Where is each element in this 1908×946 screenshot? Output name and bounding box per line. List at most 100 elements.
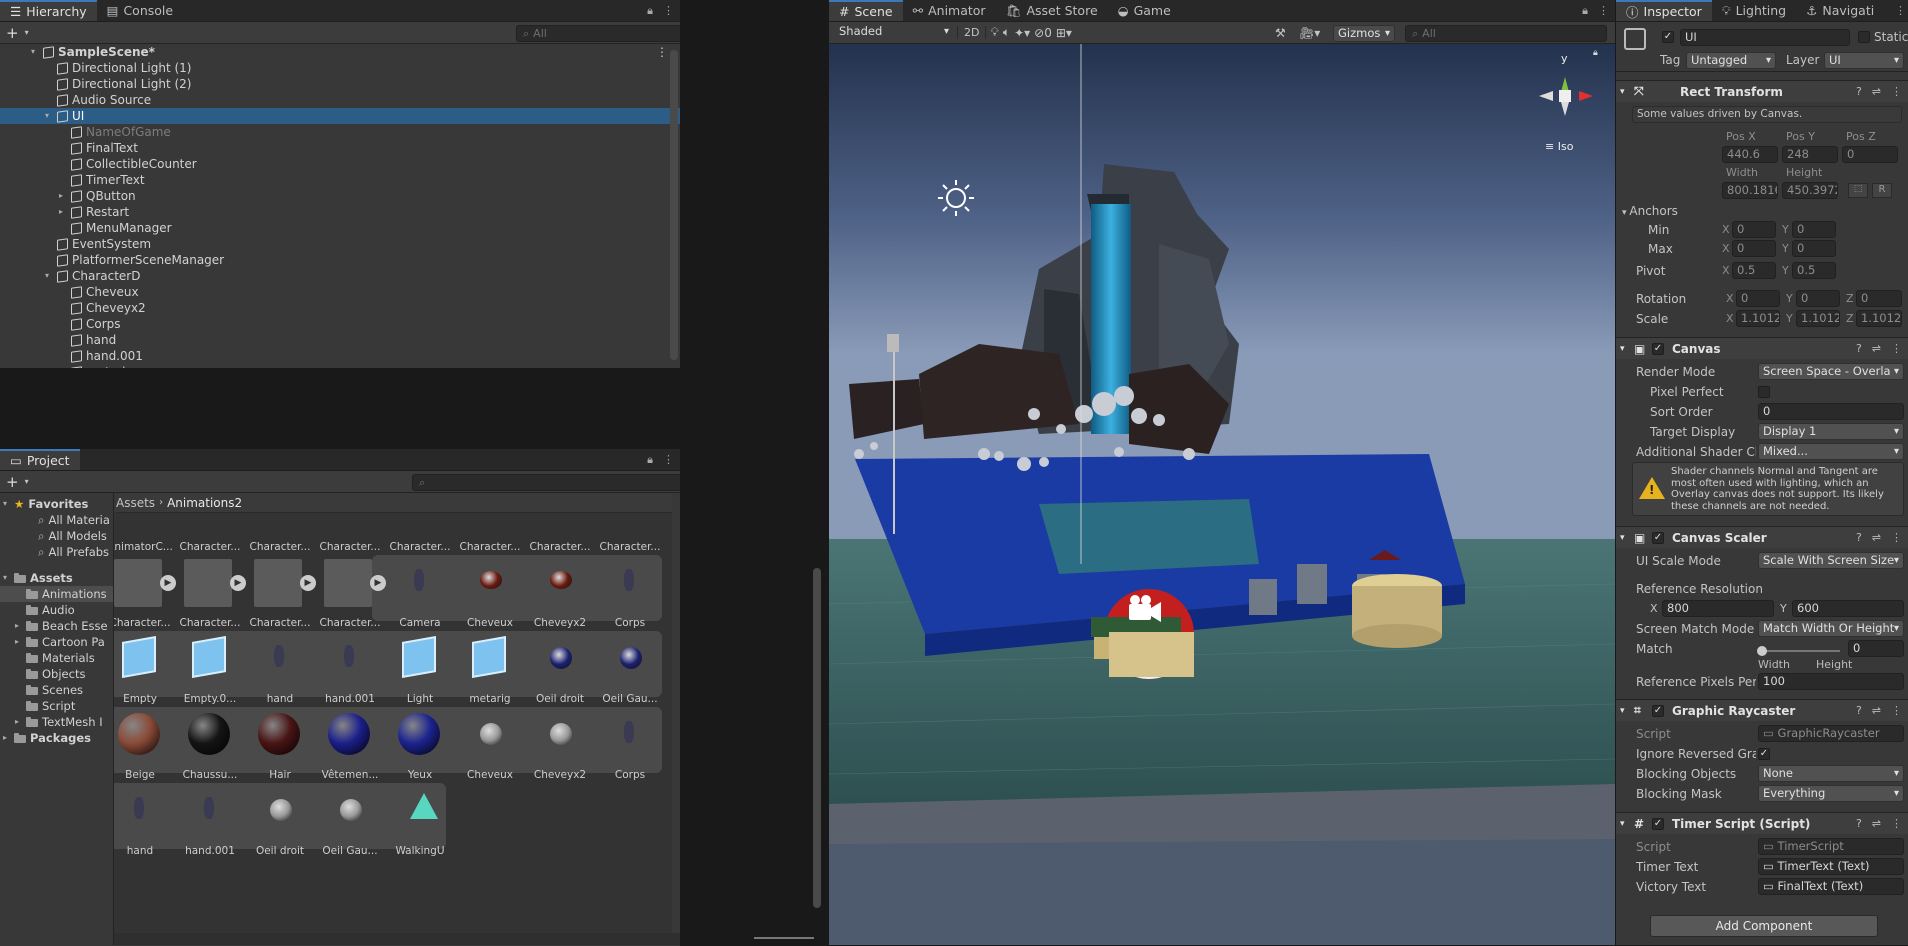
play-icon[interactable]: ▶ bbox=[230, 575, 246, 591]
rotation-y-field[interactable]: 0 bbox=[1796, 290, 1840, 307]
asset-item[interactable]: Camera bbox=[386, 559, 454, 629]
hierarchy-item[interactable]: FinalText bbox=[0, 140, 680, 156]
raw-edit-button[interactable]: R bbox=[1872, 183, 1892, 198]
asset-item[interactable]: Empty bbox=[114, 635, 174, 705]
preset-icon[interactable]: ⇌ bbox=[1872, 704, 1881, 717]
menu-dots-icon[interactable]: ⋮ bbox=[656, 44, 668, 60]
play-icon[interactable]: ▶ bbox=[370, 575, 386, 591]
assets-folder[interactable]: Animations bbox=[0, 586, 113, 602]
menu-dots-icon[interactable]: ⋮ bbox=[1891, 531, 1902, 544]
preset-icon[interactable]: ⇌ bbox=[1872, 342, 1881, 355]
zoom-slider[interactable] bbox=[754, 937, 814, 939]
camera-icon[interactable]: 🎥︎▾ bbox=[1299, 26, 1320, 40]
static-checkbox[interactable] bbox=[1858, 31, 1870, 43]
target-display-dropdown[interactable]: Display 1 bbox=[1758, 423, 1904, 440]
rotation-x-field[interactable]: 0 bbox=[1736, 290, 1780, 307]
tab-project[interactable]: ▭ Project bbox=[0, 449, 80, 470]
assets-folder[interactable]: Audio bbox=[0, 602, 113, 618]
timer-text-field[interactable]: ▭ TimerText (Text) bbox=[1758, 858, 1904, 875]
menu-dots-icon[interactable]: ⋮ bbox=[1891, 704, 1902, 717]
shader-channels-dropdown[interactable]: Mixed... bbox=[1758, 443, 1904, 460]
tag-dropdown[interactable]: Untagged bbox=[1686, 52, 1776, 69]
hierarchy-item[interactable]: ▸ metarig bbox=[0, 364, 680, 368]
breadcrumb-assets[interactable]: Assets bbox=[116, 496, 155, 510]
lock-gizmo-icon[interactable]: 🔒︎ bbox=[1593, 48, 1598, 58]
tab-scene[interactable]: # Scene bbox=[829, 0, 903, 21]
asset-item[interactable]: WalkingU bbox=[386, 787, 454, 857]
sort-order-field[interactable]: 0 bbox=[1758, 403, 1904, 420]
project-scrollbar[interactable] bbox=[813, 568, 821, 908]
scale-x-field[interactable]: 1.1012 bbox=[1736, 310, 1780, 327]
anchor-min-x-field[interactable]: 0 bbox=[1732, 221, 1776, 238]
timer-script-header[interactable]: ▾ # ✓ Timer Script (Script) ? ⇌ ⋮ bbox=[1616, 812, 1908, 834]
help-icon[interactable]: ? bbox=[1856, 85, 1862, 98]
asset-item[interactable]: Character... bbox=[246, 513, 314, 553]
assets-folder[interactable]: Objects bbox=[0, 666, 113, 682]
asset-item[interactable]: Oeil Gau... bbox=[596, 635, 664, 705]
hierarchy-item[interactable]: Cheveyx2 bbox=[0, 300, 680, 316]
asset-item[interactable]: Cheveux bbox=[456, 559, 524, 629]
preset-icon[interactable]: ⇌ bbox=[1872, 531, 1881, 544]
hierarchy-item[interactable]: ▸ QButton bbox=[0, 188, 680, 204]
lock-icon[interactable]: 🔒︎ bbox=[1582, 4, 1588, 18]
assets-folder[interactable]: ▸ Beach Esse bbox=[0, 618, 113, 634]
favorites-item[interactable]: ⌕ All Models bbox=[0, 528, 113, 544]
asset-item[interactable]: Character... bbox=[596, 513, 664, 553]
asset-item[interactable]: Corps bbox=[596, 711, 664, 781]
collapse-arrow-icon[interactable]: ▸ bbox=[56, 204, 66, 220]
assets-folder[interactable]: Materials bbox=[0, 650, 113, 666]
packages-section[interactable]: ▸ Packages bbox=[0, 730, 113, 746]
screen-match-mode-dropdown[interactable]: Match Width Or Height bbox=[1758, 620, 1904, 637]
asset-item[interactable]: ▶ Character... bbox=[316, 559, 386, 629]
collapse-arrow-icon[interactable]: ▸ bbox=[56, 188, 66, 204]
asset-item[interactable]: Hair bbox=[246, 711, 314, 781]
asset-item[interactable]: ▶ Character... bbox=[114, 559, 176, 629]
blueprint-button[interactable]: ⬚ bbox=[1848, 183, 1868, 198]
timer-script-enabled-checkbox[interactable]: ✓ bbox=[1652, 817, 1664, 830]
asset-item[interactable]: Vêtemen... bbox=[316, 711, 384, 781]
tab-animator[interactable]: ⚯ Animator bbox=[903, 0, 996, 21]
hierarchy-item[interactable]: EventSystem bbox=[0, 236, 680, 252]
tab-inspector[interactable]: ⓘ Inspector bbox=[1616, 0, 1712, 21]
hierarchy-item[interactable]: CollectibleCounter bbox=[0, 156, 680, 172]
hierarchy-scrollbar[interactable] bbox=[670, 50, 678, 360]
anchor-min-y-field[interactable]: 0 bbox=[1792, 221, 1836, 238]
scale-z-field[interactable]: 1.1012 bbox=[1856, 310, 1902, 327]
canvas-enabled-checkbox[interactable]: ✓ bbox=[1652, 342, 1664, 355]
tab-asset-store[interactable]: 🛍︎ Asset Store bbox=[996, 0, 1108, 21]
ui-scale-mode-dropdown[interactable]: Scale With Screen Size bbox=[1758, 552, 1904, 569]
reference-ppu-field[interactable]: 100 bbox=[1758, 673, 1904, 690]
lock-icon[interactable]: 🔒︎ bbox=[647, 4, 653, 18]
shading-mode-dropdown[interactable]: Shaded bbox=[835, 24, 953, 41]
preset-icon[interactable]: ⇌ bbox=[1872, 817, 1881, 830]
hierarchy-item[interactable]: ▾ CharacterD bbox=[0, 268, 680, 284]
help-icon[interactable]: ? bbox=[1856, 704, 1862, 717]
anchors-label[interactable]: ▾ Anchors bbox=[1622, 204, 1678, 218]
asset-item[interactable]: hand.001 bbox=[176, 787, 244, 857]
hierarchy-item[interactable]: MenuManager bbox=[0, 220, 680, 236]
asset-item[interactable]: ▶ Character... bbox=[246, 559, 316, 629]
scene-search-input[interactable]: ⌕ All bbox=[1405, 25, 1607, 42]
canvas-scaler-header[interactable]: ▾ ▣ ✓ Canvas Scaler ? ⇌ ⋮ bbox=[1616, 526, 1908, 548]
lighting-toggle-icon[interactable]: 💡︎ bbox=[990, 25, 998, 40]
mode-2d-button[interactable]: 2D bbox=[957, 26, 987, 39]
help-icon[interactable]: ? bbox=[1856, 817, 1862, 830]
gizmos-dropdown[interactable]: Gizmos bbox=[1333, 25, 1395, 42]
tab-hierarchy[interactable]: ☰ Hierarchy bbox=[0, 0, 97, 21]
menu-dots-icon[interactable]: ⋮ bbox=[663, 4, 674, 18]
rect-transform-header[interactable]: ▾ ⤧ Rect Transform ? ⇌ ⋮ bbox=[1616, 80, 1908, 102]
grid-snap-icon[interactable]: ⊞▾ bbox=[1056, 26, 1072, 40]
scene-viewport[interactable]: y ≡ Iso 🔒︎ bbox=[829, 44, 1615, 945]
hierarchy-item[interactable]: hand bbox=[0, 332, 680, 348]
assets-section[interactable]: ▾ Assets bbox=[0, 570, 113, 586]
tab-game[interactable]: ◒ Game bbox=[1108, 0, 1181, 21]
hierarchy-item[interactable]: ▾ UI bbox=[0, 108, 680, 124]
hidden-objects-icon[interactable]: ⊘0 bbox=[1034, 26, 1052, 40]
play-icon[interactable]: ▶ bbox=[160, 575, 176, 591]
asset-item[interactable]: Cheveyx2 bbox=[526, 711, 594, 781]
match-slider[interactable] bbox=[1757, 646, 1840, 656]
asset-item[interactable]: Oeil droit bbox=[526, 635, 594, 705]
asset-item[interactable]: Chaussu... bbox=[176, 711, 244, 781]
hierarchy-item[interactable]: TimerText bbox=[0, 172, 680, 188]
project-search-input[interactable]: ⌕ bbox=[412, 474, 680, 491]
